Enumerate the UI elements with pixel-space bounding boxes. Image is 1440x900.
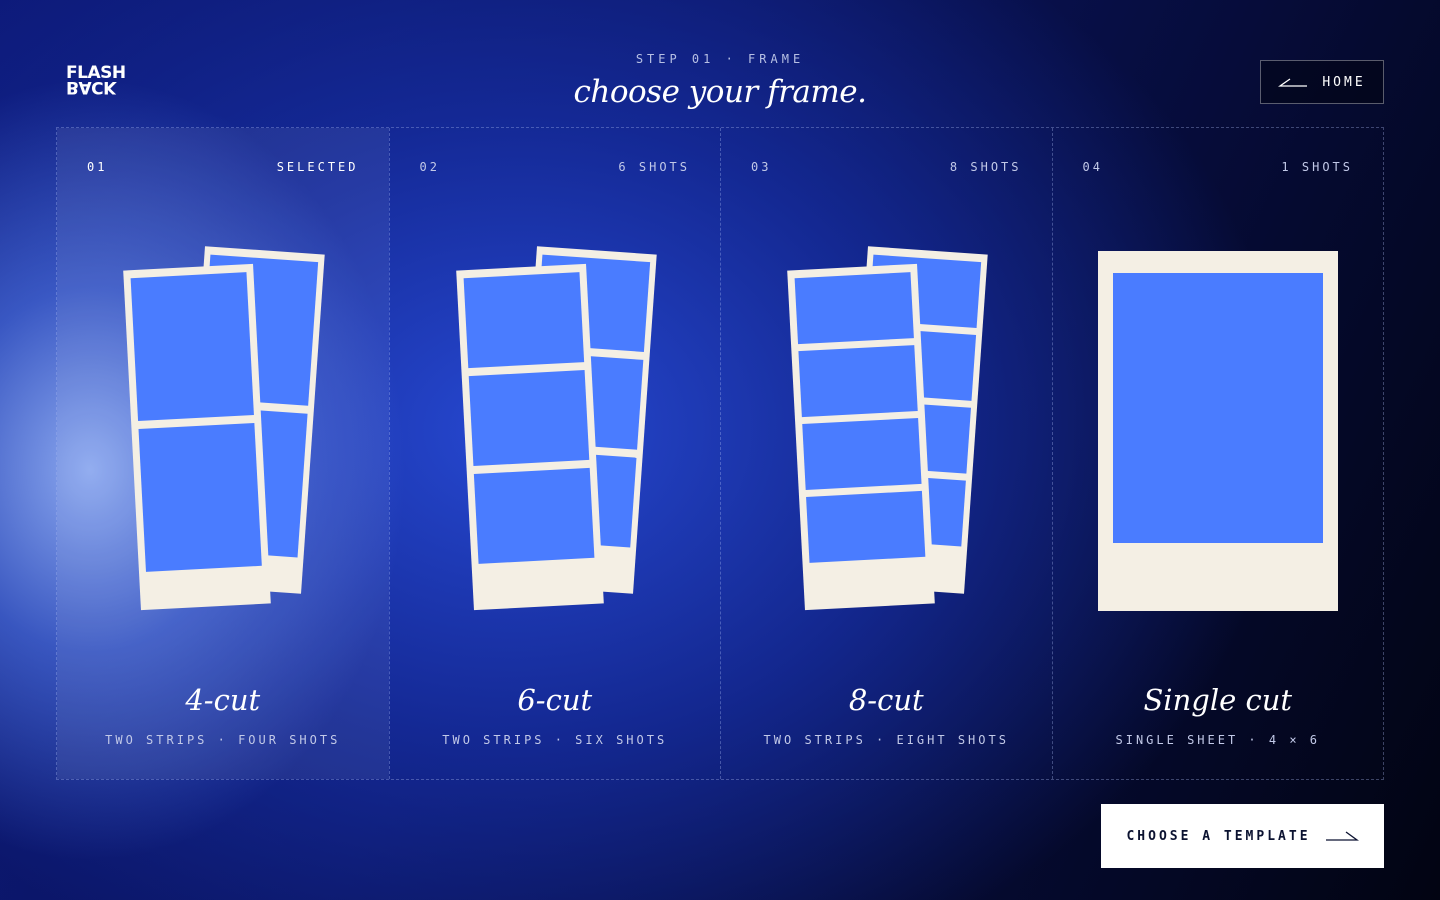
arrow-left-icon <box>1278 78 1308 87</box>
card-subtitle: TWO STRIPS · FOUR SHOTS <box>105 733 341 747</box>
card-title: Single cut <box>1143 683 1293 717</box>
frame-options-grid: 01 SELECTED 4-cut TWO STRIPS · FOUR SHOT… <box>56 127 1384 780</box>
home-button[interactable]: HOME <box>1260 60 1384 104</box>
card-title: 8-cut <box>848 683 924 717</box>
frame-card-4-cut[interactable]: 01 SELECTED 4-cut TWO STRIPS · FOUR SHOT… <box>57 128 389 779</box>
frame-card-single-cut[interactable]: 04 1 SHOTS Single cut SINGLE SHEET · 4 ×… <box>1051 128 1384 779</box>
choose-template-label: CHOOSE A TEMPLATE <box>1126 828 1311 844</box>
card-title: 4-cut <box>185 683 261 717</box>
step-indicator: STEP 01 · FRAME <box>635 52 805 66</box>
home-button-label: HOME <box>1322 74 1366 90</box>
page-title: choose your frame. <box>573 74 867 110</box>
frame-card-8-cut[interactable]: 03 8 SHOTS 8-cut TWO STRIPS · EIGHT SHOT… <box>720 128 1052 779</box>
card-subtitle: TWO STRIPS · SIX SHOTS <box>442 733 668 747</box>
card-subtitle: SINGLE SHEET · 4 × 6 <box>1115 733 1320 747</box>
card-title: 6-cut <box>517 683 593 717</box>
choose-template-button[interactable]: CHOOSE A TEMPLATE <box>1101 804 1384 868</box>
arrow-right-icon <box>1325 831 1359 841</box>
card-subtitle: TWO STRIPS · EIGHT SHOTS <box>763 733 1009 747</box>
frame-card-6-cut[interactable]: 02 6 SHOTS 6-cut TWO STRIPS · SIX SHOTS <box>388 128 721 779</box>
